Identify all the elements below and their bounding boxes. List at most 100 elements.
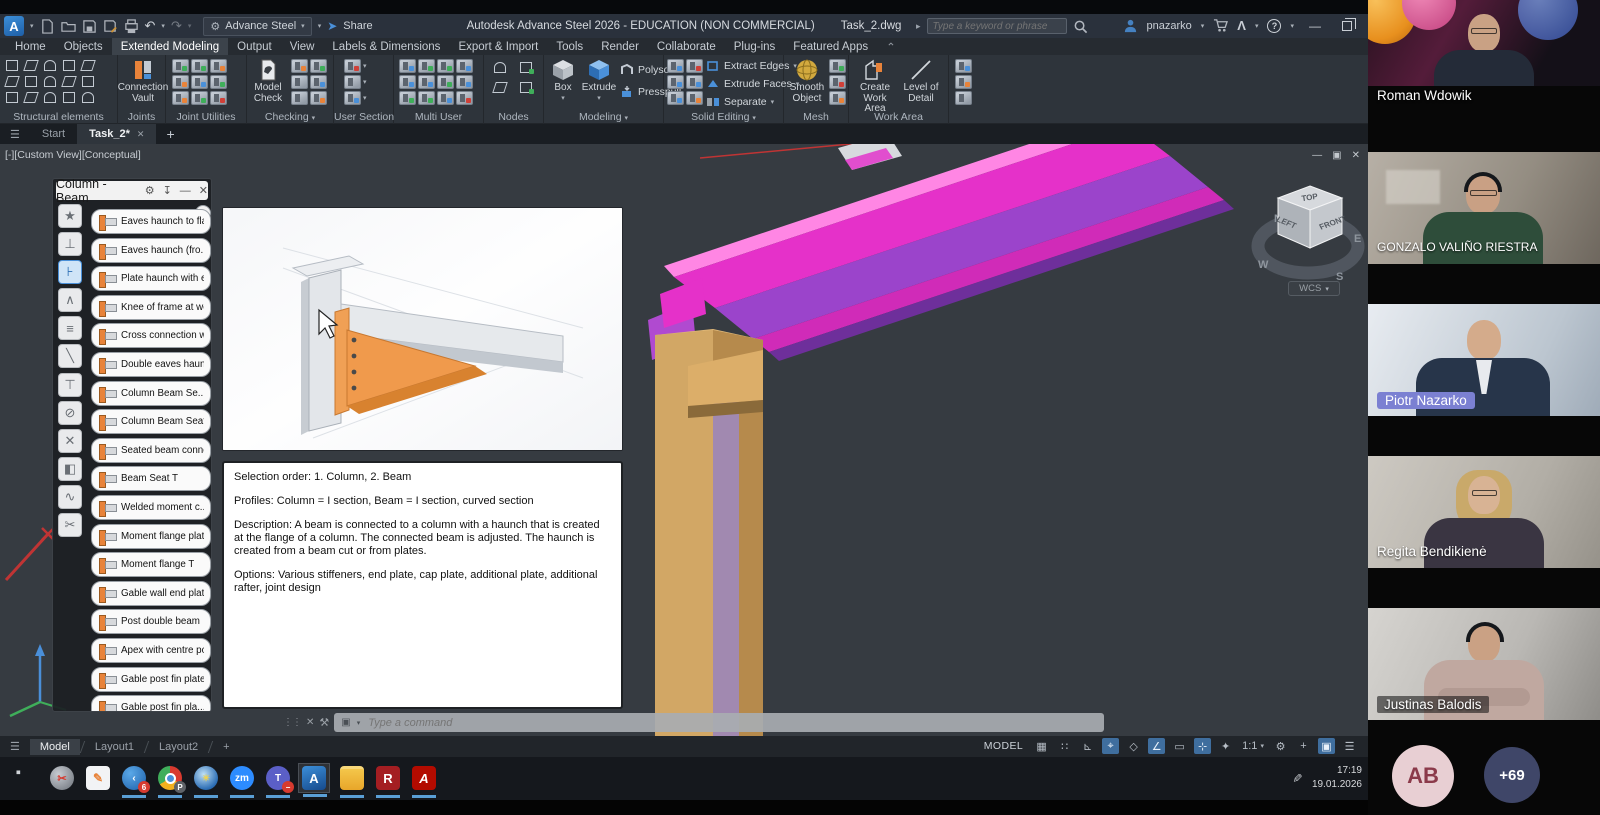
multi-user-icon[interactable]	[399, 75, 416, 89]
isometric-toggle[interactable]: ◇	[1125, 738, 1142, 754]
palette-category-splices[interactable]: ≡	[58, 316, 82, 340]
group-label-joint-utilities[interactable]: Joint Utilities	[166, 111, 246, 123]
group-label-modeling[interactable]: Modeling ▾	[544, 111, 663, 123]
wcs-selector[interactable]: WCS▾	[1288, 281, 1340, 296]
joint-utility-icon[interactable]	[210, 91, 227, 105]
ribbon-extra-icon[interactable]	[955, 59, 972, 73]
mesh-icon[interactable]	[829, 59, 846, 73]
structural-icon[interactable]	[80, 59, 97, 73]
viewport-restore-icon[interactable]: ▣	[1332, 150, 1341, 161]
palette-settings-icon[interactable]: ⚙	[145, 184, 155, 197]
palette-item[interactable]: Seated beam connection	[91, 438, 211, 463]
new-file-icon[interactable]	[40, 19, 55, 34]
palette-item[interactable]: Knee of frame at we...	[91, 295, 211, 320]
structural-icon[interactable]	[42, 91, 59, 105]
palette-item[interactable]: Gable post fin plate wi...	[91, 667, 211, 692]
taskbar-app-zoom[interactable]: zm	[226, 763, 258, 793]
structural-icon[interactable]	[80, 91, 97, 105]
checking-icon[interactable]	[291, 75, 308, 89]
level-of-detail-button[interactable]: Level of Detail	[901, 58, 941, 104]
multi-user-icon[interactable]	[456, 75, 473, 89]
workspace-settings-icon[interactable]: ⚙	[1272, 738, 1289, 754]
status-menu-icon[interactable]: ☰	[0, 740, 30, 753]
tab-view[interactable]: View	[281, 38, 324, 55]
joint-utility-icon[interactable]	[191, 91, 208, 105]
annotation-add-toggle[interactable]: +	[1295, 738, 1312, 754]
layout-tab-layout2[interactable]: Layout2	[149, 739, 208, 755]
undo-caret-icon[interactable]: ▾	[161, 22, 165, 30]
drawing-viewport[interactable]: [-][Custom View][Conceptual] — ▣ ✕ N E S…	[0, 144, 1368, 757]
palette-category-bracing[interactable]: ∧	[58, 288, 82, 312]
separate-button[interactable]: Separate▾	[706, 95, 774, 109]
taskbar-app-notes[interactable]: ✎	[82, 763, 114, 793]
palette-pin-icon[interactable]: ↧	[163, 184, 172, 197]
tab-objects[interactable]: Objects	[55, 38, 112, 55]
group-label-user-section[interactable]: User Section	[334, 111, 393, 123]
caret-icon[interactable]: ▾	[363, 78, 373, 86]
user-section-icon[interactable]	[344, 91, 361, 105]
app-menu-caret-icon[interactable]: ▾	[30, 22, 34, 30]
share-button[interactable]: Share	[343, 20, 372, 32]
joint-utility-icon[interactable]	[172, 75, 189, 89]
tab-labels-dimensions[interactable]: Labels & Dimensions	[323, 38, 449, 55]
palette-category-cross[interactable]: ✕	[58, 429, 82, 453]
save-as-icon[interactable]	[103, 19, 118, 34]
palette-item[interactable]: Gable post fin pla...	[91, 695, 211, 712]
new-tab-button[interactable]: +	[156, 126, 184, 142]
group-label-work-area[interactable]: Work Area	[849, 111, 948, 123]
group-label-joints[interactable]: Joints	[118, 111, 165, 123]
multi-user-icon[interactable]	[456, 91, 473, 105]
tab-tools[interactable]: Tools	[547, 38, 592, 55]
checking-icon[interactable]	[310, 75, 327, 89]
taskbar-app-teams[interactable]: T−	[262, 763, 294, 793]
group-label-checking[interactable]: Checking ▾	[247, 111, 333, 123]
palette-minimize-icon[interactable]: —	[180, 185, 191, 197]
help-caret-icon[interactable]: ▾	[1290, 22, 1294, 30]
command-input[interactable]	[366, 716, 1097, 730]
tab-home[interactable]: Home	[6, 38, 55, 55]
joint-utility-icon[interactable]	[191, 75, 208, 89]
group-label-solid-editing[interactable]: Solid Editing ▾	[664, 111, 783, 123]
palette-item[interactable]: Plate haunch with e...	[91, 266, 211, 291]
polar-tracking-toggle[interactable]: ⌖	[1102, 738, 1119, 754]
taskbar-app-browser-globe[interactable]: ☀	[190, 763, 222, 793]
save-icon[interactable]	[82, 19, 97, 34]
layout-tab-model[interactable]: Model	[30, 739, 80, 755]
create-work-area-button[interactable]: Create Work Area	[853, 58, 897, 115]
palette-item[interactable]: Moment flange plates	[91, 524, 211, 549]
tab-plug-ins[interactable]: Plug-ins	[725, 38, 785, 55]
palette-category-tee[interactable]: ⊤	[58, 373, 82, 397]
caret-icon[interactable]: ▾	[363, 94, 373, 102]
smooth-object-button[interactable]: Smooth Object	[787, 58, 827, 104]
taskbar-app-chrome[interactable]: P	[154, 763, 186, 793]
box-button[interactable]: Box▾	[548, 58, 578, 102]
help-icon[interactable]: ?	[1267, 19, 1281, 33]
palette-item[interactable]: Beam Seat T	[91, 466, 211, 491]
search-expand-icon[interactable]: ▸	[916, 21, 921, 32]
palette-item[interactable]: Column Beam Se...	[91, 381, 211, 406]
tab-extended-modeling[interactable]: Extended Modeling	[112, 38, 228, 55]
user-section-icon[interactable]	[344, 75, 361, 89]
group-label-mesh[interactable]: Mesh	[784, 111, 848, 123]
tab-featured-apps[interactable]: Featured Apps	[784, 38, 877, 55]
layout-tab-layout1[interactable]: Layout1	[85, 739, 144, 755]
palette-category-cuts[interactable]: ✂	[58, 513, 82, 537]
viewport-close-icon[interactable]: ✕	[1352, 150, 1360, 161]
joint-utility-icon[interactable]	[191, 59, 208, 73]
palette-category-column-beam[interactable]: ⊦	[58, 260, 82, 284]
palette-item[interactable]: Eaves haunch (fro...	[91, 238, 211, 263]
recent-commands-icon[interactable]: ▣	[341, 717, 350, 728]
structural-icon[interactable]	[42, 75, 59, 89]
structural-icon[interactable]	[23, 75, 40, 89]
model-space-label[interactable]: MODEL	[984, 740, 1023, 752]
minimize-button[interactable]: —	[1303, 19, 1327, 33]
app-store-cart-icon[interactable]	[1213, 18, 1228, 33]
file-tab-menu-icon[interactable]: ☰	[0, 128, 30, 141]
close-tab-icon[interactable]: ✕	[137, 129, 145, 140]
structural-icon[interactable]	[23, 91, 40, 105]
multi-user-icon[interactable]	[437, 91, 454, 105]
palette-category-base-plates[interactable]: ⊥	[58, 232, 82, 256]
redo-caret-icon[interactable]: ▾	[188, 22, 192, 30]
viewport-minimize-icon[interactable]: —	[1312, 150, 1322, 161]
checking-icon[interactable]	[291, 91, 308, 105]
